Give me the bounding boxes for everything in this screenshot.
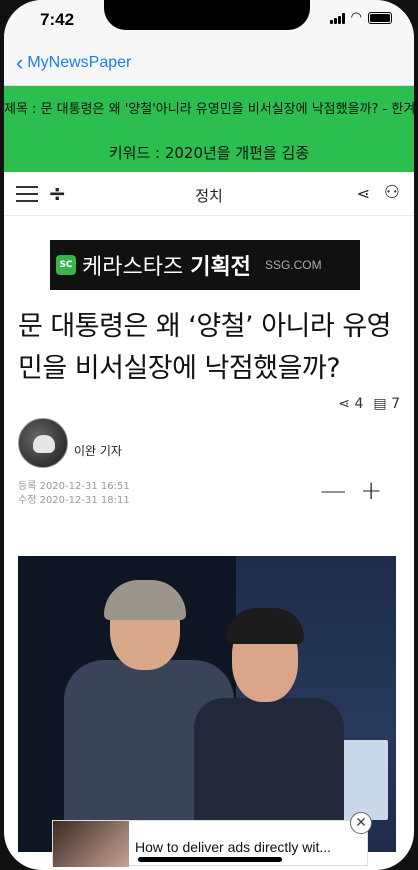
comment-count[interactable]: ▤ 7	[373, 396, 400, 412]
photo-person-right-hair	[226, 608, 304, 644]
wifi-icon: ◠	[350, 10, 362, 25]
keywords-line: 키워드 : 2020년을 개편을 김종	[108, 144, 310, 162]
ad-text: 케라스타즈 기획전	[82, 255, 251, 280]
status-icons: ◠	[329, 10, 392, 25]
bottom-ad-text: How to deliver ads directly wit...	[135, 839, 332, 855]
font-increase-button[interactable]: +	[360, 476, 396, 506]
photo-person-left-hair	[104, 580, 186, 620]
modified-date: 수정 2020-12-31 18:11	[18, 495, 130, 506]
share-icon[interactable]: ⋖	[357, 184, 370, 203]
status-bar: 7:42 ◠	[4, 0, 414, 44]
font-decrease-button[interactable]: —	[320, 476, 360, 506]
signal-icon	[329, 12, 345, 24]
comment-icon: ▤	[373, 396, 387, 412]
registered-date: 등록 2020-12-31 16:51	[18, 481, 130, 492]
status-time: 7:42	[40, 10, 75, 29]
article-info-banner: 제목 : 문 대통령은 왜 '양철'아니라 유영민을 비서실장에 낙점했을까? …	[4, 86, 414, 172]
author-name[interactable]: 이완 기자	[74, 442, 122, 459]
close-icon[interactable]: ✕	[350, 812, 372, 834]
section-bar: ÷ 정치 ⋖ ⚇	[4, 172, 414, 216]
font-size-controls: —+	[320, 476, 396, 506]
author-avatar[interactable]	[18, 418, 68, 468]
home-indicator	[138, 857, 282, 862]
article-counts: ⋖ 4 ▤ 7	[338, 396, 400, 412]
back-button[interactable]: ‹ MyNewsPaper	[16, 50, 132, 75]
share-count[interactable]: ⋖ 4	[338, 396, 363, 412]
article-headline: 문 대통령은 왜 ‘양철’ 아니라 유영민을 비서실장에 낙점했을까?	[18, 311, 392, 384]
user-icon[interactable]: ⚇	[384, 182, 400, 203]
notch	[104, 0, 310, 30]
ad-logo: SC	[56, 255, 76, 275]
ad-banner[interactable]: SC 케라스타즈 기획전 SSG.COM	[50, 240, 360, 290]
bottom-ad-thumbnail	[53, 821, 129, 867]
article-dates: 등록 2020-12-31 16:51 수정 2020-12-31 18:11	[18, 480, 130, 508]
section-title: 정치	[195, 187, 223, 205]
chevron-left-icon: ‹	[16, 50, 24, 75]
title-ticker: 제목 : 문 대통령은 왜 '양철'아니라 유영민을 비서실장에 낙점했을까? …	[4, 102, 414, 117]
ad-sub: SSG.COM	[264, 258, 322, 272]
article-photo	[18, 556, 396, 852]
back-label: MyNewsPaper	[27, 54, 132, 71]
battery-icon	[368, 12, 392, 24]
phone-screen: 7:42 ◠ ‹ MyNewsPaper 제목 : 문 대통령은 왜 '양철'아…	[4, 0, 414, 870]
share-icon: ⋖	[338, 396, 351, 412]
navigation-bar: ‹ MyNewsPaper	[4, 44, 414, 86]
